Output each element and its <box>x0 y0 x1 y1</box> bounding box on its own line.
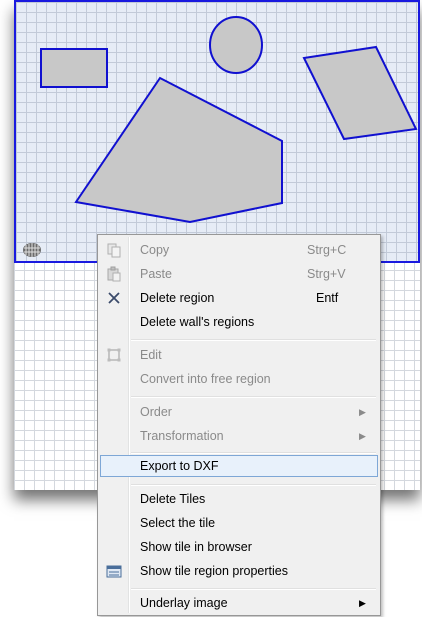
menu-item-label: Delete Tiles <box>140 492 206 506</box>
menu-item-label: Order <box>140 405 172 419</box>
menu-item-label: Export to DXF <box>140 459 219 473</box>
menu-item-export-dxf[interactable]: Export to DXF <box>100 455 378 477</box>
copy-icon <box>107 243 121 258</box>
menu-item-edit[interactable]: Edit <box>100 344 378 366</box>
menu-item-show-tile-browser[interactable]: Show tile in browser <box>100 536 378 558</box>
menu-item-order[interactable]: Order ▶ <box>100 401 378 423</box>
ellipse-region[interactable] <box>209 16 263 74</box>
menu-item-label: Copy <box>140 243 170 257</box>
menu-item-label: Select the tile <box>140 516 216 530</box>
menu-item-label: Delete region <box>140 291 215 305</box>
tile-grid-icon[interactable] <box>22 242 42 258</box>
menu-item-label: Delete wall's regions <box>140 315 255 329</box>
menu-item-delete-region[interactable]: Delete region Entf <box>100 287 378 309</box>
menu-item-label: Transformation <box>140 429 224 443</box>
menu-item-label: Convert into free region <box>140 372 271 386</box>
menu-separator <box>131 484 376 486</box>
paste-icon <box>107 266 121 282</box>
menu-item-shortcut: Strg+V <box>307 267 346 281</box>
menu-item-select-tile[interactable]: Select the tile <box>100 512 378 534</box>
menu-item-shortcut: Strg+C <box>307 243 347 257</box>
menu-item-label: Show tile in browser <box>140 540 252 554</box>
menu-separator <box>131 339 376 341</box>
rectangle-region[interactable] <box>40 48 108 88</box>
menu-separator <box>131 452 376 454</box>
delete-x-icon <box>108 292 120 304</box>
submenu-arrow-icon: ▶ <box>359 598 366 608</box>
properties-icon <box>106 565 122 578</box>
menu-item-underlay-image[interactable]: Underlay image ▶ <box>100 592 378 614</box>
menu-item-transformation[interactable]: Transformation ▶ <box>100 425 378 447</box>
menu-item-convert-free-region[interactable]: Convert into free region <box>100 368 378 390</box>
submenu-arrow-icon: ▶ <box>359 431 366 441</box>
menu-item-label: Underlay image <box>140 596 228 610</box>
parallelogram-region[interactable] <box>302 45 418 141</box>
menu-item-show-tile-region-properties[interactable]: Show tile region properties <box>100 560 378 582</box>
menu-item-label: Paste <box>140 267 172 281</box>
context-menu: Copy Strg+C Paste Strg+V Delete region E… <box>97 234 381 616</box>
polygon-region[interactable] <box>74 76 283 224</box>
menu-item-delete-tiles[interactable]: Delete Tiles <box>100 488 378 510</box>
menu-item-paste[interactable]: Paste Strg+V <box>100 263 378 285</box>
menu-item-delete-walls-regions[interactable]: Delete wall's regions <box>100 311 378 333</box>
submenu-arrow-icon: ▶ <box>359 407 366 417</box>
menu-item-shortcut: Entf <box>316 291 339 305</box>
menu-item-label: Edit <box>140 348 162 362</box>
menu-separator <box>131 396 376 398</box>
menu-separator <box>131 588 376 590</box>
menu-item-copy[interactable]: Copy Strg+C <box>100 239 378 261</box>
edit-region-icon <box>107 348 121 362</box>
menu-item-label: Show tile region properties <box>140 564 288 578</box>
